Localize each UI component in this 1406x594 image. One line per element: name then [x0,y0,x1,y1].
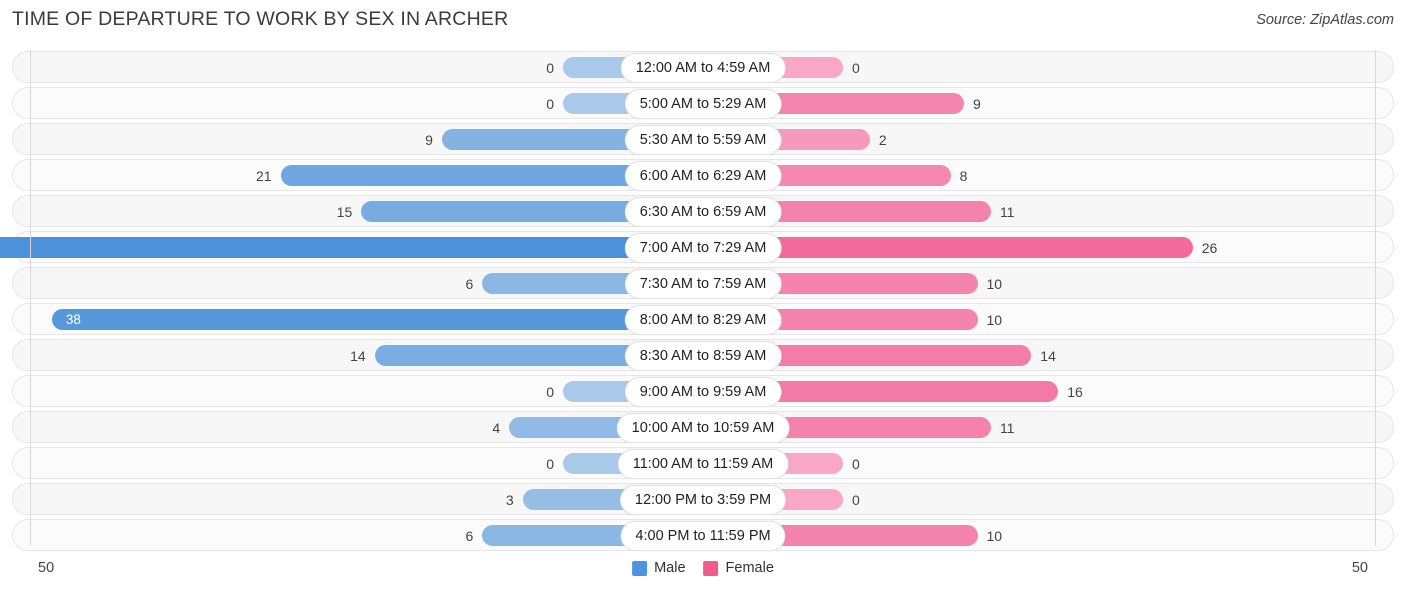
page-title: TIME OF DEPARTURE TO WORK BY SEX IN ARCH… [12,8,509,30]
chart-row: 0 9 5:00 AM to 5:29 AM [0,86,1406,122]
source-attribution: Source: ZipAtlas.com [1256,12,1394,28]
value-label-female: 10 [986,528,1003,544]
category-label: 5:00 AM to 5:29 AM [624,89,782,119]
value-label-female: 10 [986,312,1003,328]
value-label-male: 0 [546,384,554,400]
value-label-male: 3 [505,492,514,508]
value-label-male: 0 [546,60,554,76]
value-label-male: 6 [465,528,474,544]
category-label: 6:00 AM to 6:29 AM [624,161,782,191]
chart-row: 21 8 6:00 AM to 6:29 AM [0,158,1406,194]
value-label-female: 16 [1067,384,1083,400]
value-label-female: 0 [852,60,860,76]
axis-tick-left: 50 [38,560,55,576]
category-label: 4:00 PM to 11:59 PM [620,521,786,551]
bar-male[interactable] [51,309,703,330]
axis-line-left [30,50,31,546]
chart-rows: 0 0 12:00 AM to 4:59 AM 0 9 5:00 AM to 5:29 A… [0,50,1406,554]
value-label-male: 15 [336,204,353,220]
legend-swatch-male [632,560,648,576]
category-label: 11:00 AM to 11:59 AM [617,449,789,479]
value-label-male: 0 [546,456,554,472]
bar-male[interactable] [0,237,703,258]
category-label: 8:30 AM to 8:59 AM [624,341,782,371]
value-label-female: 14 [1040,348,1056,364]
chart-plot-area: 0 0 12:00 AM to 4:59 AM 0 9 5:00 AM to 5:29 A… [0,42,1406,552]
axis-line-right [1375,50,1376,546]
category-label: 9:00 AM to 9:59 AM [624,377,782,407]
category-label: 10:00 AM to 10:59 AM [616,413,790,443]
chart-row: 0 0 12:00 AM to 4:59 AM [0,50,1406,86]
value-label-female: 26 [1201,240,1218,256]
chart-header: TIME OF DEPARTURE TO WORK BY SEX IN ARCH… [0,0,1406,42]
category-label: 5:30 AM to 5:59 AM [624,125,782,155]
legend-swatch-female [703,560,719,576]
value-label-male: 21 [255,168,272,184]
chart-row: 48267:00 AM to 7:29 AM [0,230,1406,266]
chart-row: 14 14 8:30 AM to 8:59 AM [0,338,1406,374]
legend-item-male[interactable]: Male [632,560,686,576]
chart-row: 0 0 11:00 AM to 11:59 AM [0,446,1406,482]
value-label-male: 38 [65,312,81,327]
value-label-female: 9 [973,96,981,112]
chart-legend: Male Female [632,560,774,576]
chart-row: 38 10 8:00 AM to 8:29 AM [0,302,1406,338]
chart-row: 15 11 6:30 AM to 6:59 AM [0,194,1406,230]
category-label: 12:00 PM to 3:59 PM [619,485,787,515]
value-label-male: 4 [492,420,501,436]
value-label-female: 11 [999,204,1015,220]
value-label-female: 11 [999,420,1015,436]
chart-row: 9 2 5:30 AM to 5:59 AM [0,122,1406,158]
value-label-female: 0 [852,492,860,508]
chart-row: 6 10 4:00 PM to 11:59 PM [0,518,1406,554]
value-label-male: 9 [425,132,433,148]
value-label-male: 6 [465,276,474,292]
chart-row: 0 16 9:00 AM to 9:59 AM [0,374,1406,410]
chart-row: 3 0 12:00 PM to 3:59 PM [0,482,1406,518]
chart-footer: 50 50 Male Female [0,552,1406,594]
value-label-female: 10 [986,276,1003,292]
chart-row: 4 11 10:00 AM to 10:59 AM [0,410,1406,446]
category-label: 6:30 AM to 6:59 AM [624,197,782,227]
chart-row: 6 10 7:30 AM to 7:59 AM [0,266,1406,302]
value-label-female: 0 [852,456,860,472]
category-label: 8:00 AM to 8:29 AM [624,305,782,335]
axis-tick-right: 50 [1351,560,1368,576]
value-label-female: 8 [959,168,968,184]
value-label-male: 0 [546,96,554,112]
category-label: 7:00 AM to 7:29 AM [624,233,782,263]
value-label-female: 2 [878,132,887,148]
value-label-male: 14 [350,348,366,364]
category-label: 12:00 AM to 4:59 AM [620,53,786,83]
legend-item-female[interactable]: Female [703,560,774,576]
legend-label-female: Female [725,560,774,576]
category-label: 7:30 AM to 7:59 AM [624,269,782,299]
legend-label-male: Male [654,560,686,576]
